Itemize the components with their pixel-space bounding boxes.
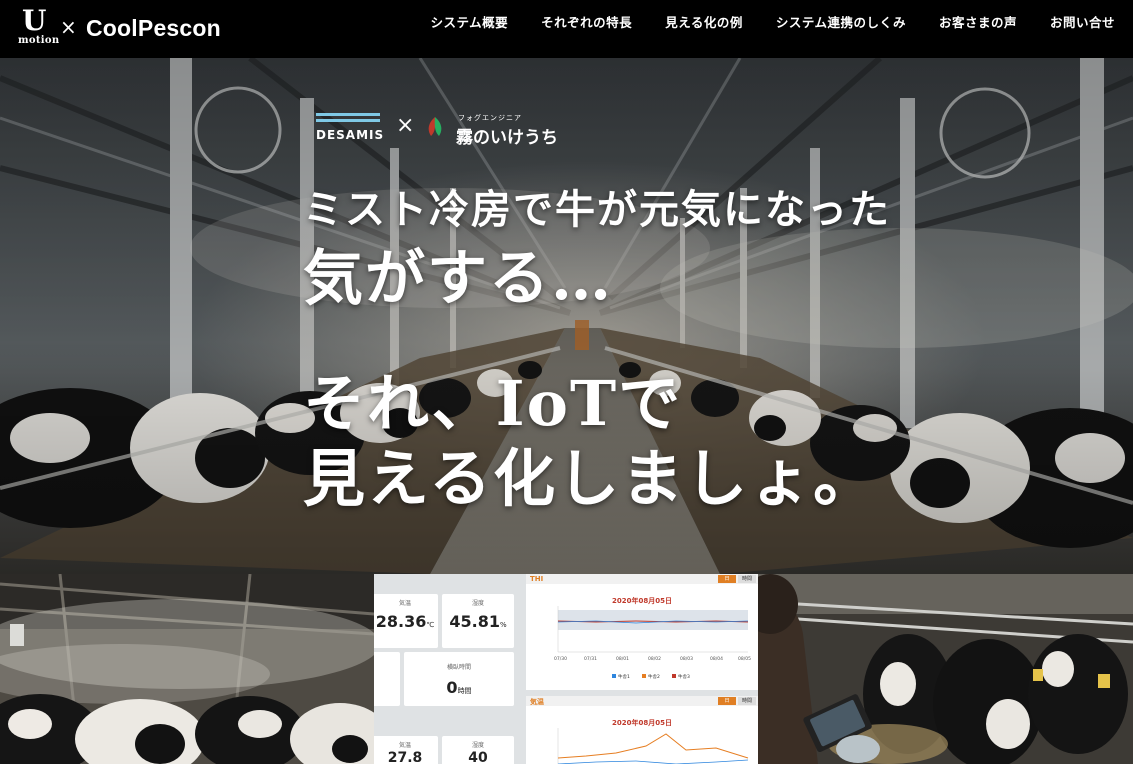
barn-mist-photo	[0, 574, 374, 764]
hero-headline-line4: 見える化しましょ。	[303, 442, 878, 515]
hero-headline-line2: 気がする…	[303, 244, 613, 314]
partner-logos: DESAMIS × フォグエンジニア 霧のいけうち	[316, 113, 576, 148]
temp-plot	[557, 728, 749, 764]
main-nav: システム概要 それぞれの特長 見える化の例 システム連携のしくみ お客さまの声 …	[398, 12, 1115, 31]
temp-card-value-wrap: 28.36℃	[374, 612, 438, 631]
nav-system-overview[interactable]: システム概要	[431, 12, 509, 31]
temp-card-2: 気温 27.8	[374, 736, 438, 764]
temp-card-2-value: 27.8	[387, 750, 423, 764]
temp-tag-day[interactable]: 日	[718, 697, 736, 705]
temp-chart-title: 気温	[530, 698, 544, 706]
rest-time-card: 横臥時間 0時間	[404, 652, 514, 706]
thi-axis-date-6: 08/05	[738, 656, 751, 662]
humidity-card-value: 45.81	[449, 612, 500, 631]
temp-card-label: 気温	[398, 600, 411, 607]
empty-card	[374, 652, 400, 706]
thi-tag-day[interactable]: 日	[718, 575, 736, 583]
ikeuchi-leaf-icon	[428, 117, 442, 136]
image-strip: 気温 28.36℃ 湿度 45.81% 横臥時間 0時間 気温 27.8 湿度 …	[0, 574, 1133, 764]
temp-tag-hour[interactable]: 時間	[738, 697, 756, 705]
thi-chart-title: THI	[530, 575, 544, 583]
humidity-card-label: 湿度	[471, 600, 484, 607]
thi-tag-hour[interactable]: 時間	[738, 575, 756, 583]
desamis-logo-text: DESAMIS	[316, 128, 385, 142]
farmer-tablet-photo	[758, 574, 1133, 764]
ikeuchi-logo-text: 霧のいけうち	[456, 128, 558, 148]
humidity-card-value-wrap: 45.81%	[442, 612, 514, 631]
thi-axis-date-5: 08/04	[710, 656, 723, 662]
temp-card-2-label: 気温	[398, 742, 411, 749]
rest-time-value-wrap: 0時間	[404, 678, 514, 697]
thi-legend-3: 牛舎3	[678, 673, 690, 680]
nav-visualization-examples[interactable]: 見える化の例	[665, 12, 743, 31]
nav-contact[interactable]: お問い合せ	[1050, 12, 1115, 31]
humidity-card-2: 湿度 40	[442, 736, 514, 764]
thi-legend-1: 牛舎1	[618, 673, 630, 680]
temp-chart-card: 気温 日 時間 2020年08月05日	[526, 696, 758, 764]
nav-features[interactable]: それぞれの特長	[541, 12, 632, 31]
dashboard-screenshot: 気温 28.36℃ 湿度 45.81% 横臥時間 0時間 気温 27.8 湿度 …	[374, 574, 758, 764]
hero-headline-line1: ミスト冷房で牛が元気になった	[303, 186, 891, 233]
ikeuchi-ruby-text: フォグエンジニア	[458, 114, 522, 122]
thi-legend-2: 牛舎2	[648, 673, 660, 680]
logo-brand-name: CoolPescon	[86, 15, 221, 41]
thi-chart-card: THI 日 時間 2020年08月05日 07/30 07/31 08/01 0…	[526, 574, 758, 690]
temp-card-value: 28.36	[375, 612, 427, 631]
hero-section: DESAMIS × フォグエンジニア 霧のいけうち ミスト冷房で牛が元気になった…	[0, 58, 1133, 574]
humidity-card-2-label: 湿度	[471, 742, 484, 749]
thi-axis-date-1: 07/31	[584, 656, 597, 662]
partner-times-sign: ×	[396, 113, 415, 138]
humidity-card: 湿度 45.81%	[442, 594, 514, 648]
logo-times-sign: ×	[60, 15, 77, 39]
nav-system-integration[interactable]: システム連携のしくみ	[776, 12, 906, 31]
thi-axis-date-0: 07/30	[554, 656, 567, 662]
nav-customer-voices[interactable]: お客さまの声	[939, 12, 1017, 31]
rest-time-unit: 時間	[457, 687, 472, 695]
thi-axis-date-3: 08/02	[648, 656, 661, 662]
desamis-logo-mark	[316, 113, 380, 125]
temp-card-unit: ℃	[426, 621, 435, 629]
logo-u-mark: U	[22, 4, 47, 37]
logo-motion-text: motion	[18, 35, 60, 46]
humidity-card-2-value: 40	[468, 750, 488, 764]
temp-card: 気温 28.36℃	[374, 594, 438, 648]
thi-axis-date-4: 08/03	[680, 656, 693, 662]
humidity-card-unit: %	[499, 621, 507, 629]
thi-chart-date: 2020年08月05日	[612, 597, 672, 605]
thi-plot: 07/30 07/31 08/01 08/02 08/03 08/04 08/0…	[554, 606, 751, 680]
rest-time-label: 横臥時間	[446, 664, 471, 671]
site-logo[interactable]: U motion × CoolPescon	[18, 4, 233, 50]
thi-axis-date-2: 08/01	[616, 656, 629, 662]
temp-chart-date: 2020年08月05日	[612, 719, 672, 727]
site-header: U motion × CoolPescon システム概要 それぞれの特長 見える…	[0, 0, 1133, 58]
rest-time-value: 0	[446, 678, 458, 697]
